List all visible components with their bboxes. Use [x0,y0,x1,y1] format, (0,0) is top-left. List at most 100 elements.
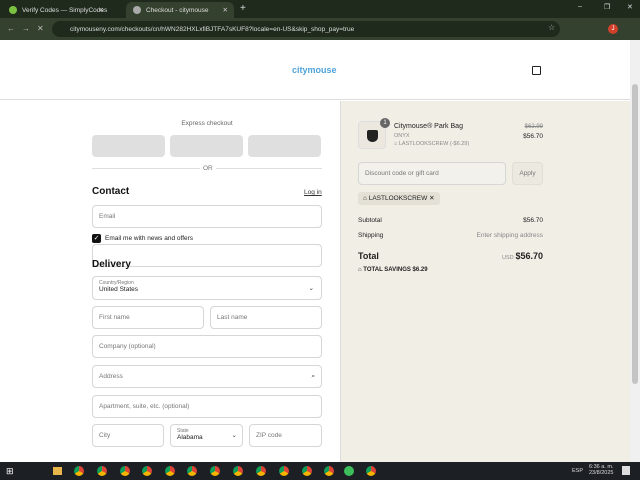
tab-checkout[interactable]: Checkout - citymouse ✕ [126,2,234,18]
original-price: $62.99 [524,124,543,130]
shopping-bag-icon[interactable] [532,66,541,75]
stop-icon[interactable]: ✕ [37,24,44,33]
chrome-icon[interactable] [279,466,289,476]
product-discount-text: LASTLOOKSCREW (-$6.29) [398,141,470,147]
first-name-input[interactable]: First name [92,306,204,329]
country-select[interactable]: Country/Region United States ⌄ [92,276,322,300]
discount-code-input[interactable]: Discount code or gift card [358,162,506,185]
newsletter-label: Email me with news and offers [105,235,194,242]
taskbar: ⊞ ESP 6:36 a. m. 23/8/2025 [0,462,640,480]
order-summary: 1 Citymouse® Park Bag ONYX ⌂ LASTLOOKSCR… [340,101,630,462]
close-window-button[interactable]: ✕ [627,3,633,11]
tab-title: Verify Codes — SimplyCodes [22,6,108,14]
page-header: citymouse [0,40,630,100]
remove-code-icon[interactable]: ✕ [429,195,434,202]
total-value: $56.70 [515,251,543,261]
windows-start-icon[interactable]: ⊞ [6,466,14,477]
applied-code: LASTLOOKSCREW [368,195,428,202]
company-input[interactable]: Company (optional) [92,335,322,358]
item-price: $56.70 [523,133,543,140]
chrome-icon[interactable] [324,466,334,476]
state-select[interactable]: State Alabama ⌄ [170,424,243,447]
scrollbar-thumb[interactable] [632,84,638,384]
currency: USD [502,255,514,261]
chrome-icon[interactable] [210,466,220,476]
chrome-icon[interactable] [97,466,107,476]
chrome-icon[interactable] [302,466,312,476]
subtotal-label: Subtotal [358,217,382,224]
login-link[interactable]: Log in [304,189,322,196]
tab-title: Checkout - citymouse [146,6,209,14]
product-discount: ⌂ LASTLOOKSCREW (-$6.29) [394,141,469,147]
last-name-input[interactable]: Last name [210,306,322,329]
close-tab-icon[interactable]: ✕ [99,6,104,14]
checkout-form: Express checkout OR Contact Log in Email… [0,101,340,462]
delivery-heading: Delivery [92,259,131,270]
chrome-icon[interactable] [366,466,376,476]
address-placeholder: Address [99,373,123,380]
savings-label: TOTAL SAVINGS [363,267,411,273]
search-icon: ⌕ [311,372,315,380]
express-checkout-label: Express checkout [181,120,233,127]
minimize-button[interactable]: – [578,3,582,10]
express-pay-button-2[interactable] [170,135,243,157]
forward-icon[interactable]: → [22,24,30,33]
chrome-icon[interactable] [256,466,266,476]
apply-button[interactable]: Apply [512,162,543,185]
chrome-icon[interactable] [187,466,197,476]
url-input[interactable]: citymouseny.com/checkouts/cn/hWN282HXLxf… [52,21,560,37]
shipping-label: Shipping [358,232,384,239]
savings-value: $6.29 [412,267,428,273]
chrome-icon[interactable] [142,466,152,476]
or-label: OR [200,165,216,172]
chrome-icon[interactable] [165,466,175,476]
apartment-input[interactable]: Apartment, suite, etc. (optional) [92,395,322,418]
email-field[interactable]: Email [92,205,322,228]
subtotal-row: Subtotal $56.70 [358,217,543,224]
tab-strip: Verify Codes — SimplyCodes ✕ Checkout - c… [0,0,640,18]
address-input[interactable]: Address ⌕ [92,365,322,388]
total-savings: ⌂ TOTAL SAVINGS $6.29 [358,267,428,273]
applied-discount-chip: ⌂ LASTLOOKSCREW ✕ [358,192,440,205]
citymouse-icon [133,6,141,14]
product-name: Citymouse® Park Bag [394,123,463,130]
contact-heading: Contact [92,186,130,197]
citymouse-logo[interactable]: citymouse [292,65,337,75]
file-explorer-icon[interactable] [53,467,62,475]
chevron-down-icon: ⌄ [308,285,314,292]
express-pay-button-3[interactable] [248,135,321,157]
total-label: Total [358,251,379,261]
city-input[interactable]: City [92,424,164,447]
country-value: United States [99,286,139,293]
chrome-icon[interactable] [233,466,243,476]
newsletter-checkbox[interactable]: ✓ [92,234,101,243]
product-variant: ONYX [394,133,410,139]
tab-verify-codes[interactable]: Verify Codes — SimplyCodes ✕ [2,2,110,18]
express-pay-button-1[interactable] [92,135,165,157]
total-row: Total USD $56.70 [358,251,543,261]
quantity-badge: 1 [380,118,390,128]
checkout-page: citymouse Express checkout OR Contact Lo… [0,40,630,462]
profile-avatar[interactable]: J [608,24,618,34]
simplycodes-icon [9,6,17,14]
close-tab-icon[interactable]: ✕ [223,6,228,14]
bookmark-star-icon[interactable]: ☆ [548,23,555,32]
chrome-icon[interactable] [120,466,130,476]
new-tab-button[interactable]: + [240,3,246,14]
chrome-icon[interactable] [74,466,84,476]
clock[interactable]: 6:36 a. m. 23/8/2025 [589,464,613,476]
whatsapp-icon[interactable] [344,466,354,476]
shipping-value: Enter shipping address [476,232,544,239]
shipping-row: Shipping Enter shipping address [358,232,543,239]
date: 23/8/2025 [589,470,614,476]
restore-button[interactable]: ❐ [604,3,610,11]
scrollbar[interactable] [630,40,640,462]
zip-input[interactable]: ZIP code [249,424,322,447]
bag-image [367,130,378,142]
language-indicator[interactable]: ESP [572,468,583,474]
address-bar-row: ← → ✕ citymouseny.com/checkouts/cn/hWN28… [0,18,640,40]
back-icon[interactable]: ← [7,24,15,33]
chevron-down-icon: ⌄ [231,432,237,439]
notifications-icon[interactable] [622,466,630,475]
subtotal-value: $56.70 [523,217,543,224]
